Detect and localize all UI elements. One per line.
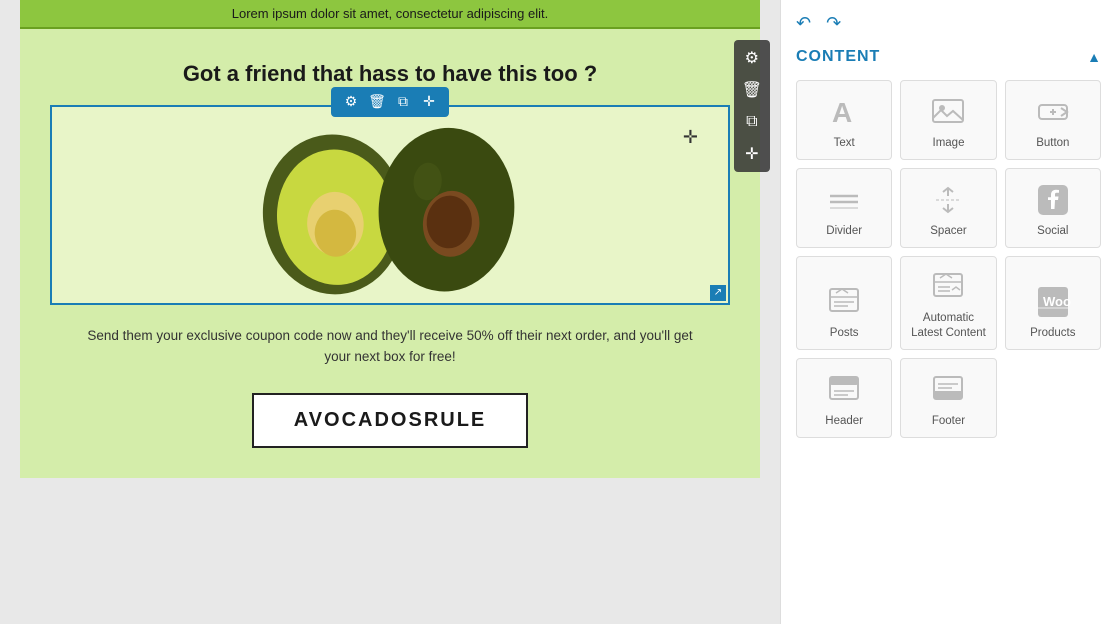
side-gear-icon[interactable]: ⚙: [742, 46, 762, 70]
button-content-icon: [1035, 92, 1071, 132]
toolbar-duplicate-icon[interactable]: ⧉: [393, 92, 413, 112]
content-item-text[interactable]: A Text: [796, 80, 892, 160]
content-item-header[interactable]: Header: [796, 358, 892, 438]
email-container: Lorem ipsum dolor sit amet, consectetur …: [20, 0, 760, 478]
content-grid: A Text Image: [796, 80, 1101, 438]
products-item-label: Products: [1030, 326, 1075, 341]
email-body: Got a friend that hass to have this too …: [20, 29, 760, 478]
toolbar-move-icon[interactable]: ✛: [419, 92, 439, 112]
text-content-icon: A: [826, 92, 862, 132]
alc-content-icon: [930, 267, 966, 307]
content-title: CONTENT: [796, 48, 880, 66]
posts-item-label: Posts: [830, 326, 859, 341]
content-item-button[interactable]: Button: [1005, 80, 1101, 160]
side-duplicate-icon[interactable]: ⧉: [742, 110, 762, 134]
social-item-label: Social: [1037, 224, 1068, 239]
content-item-social[interactable]: Social: [1005, 168, 1101, 248]
undo-redo-bar: ↶ ↷: [796, 10, 1101, 36]
content-item-footer[interactable]: Footer: [900, 358, 996, 438]
redo-button[interactable]: ↷: [826, 14, 841, 32]
editor-panel: Lorem ipsum dolor sit amet, consectetur …: [0, 0, 780, 624]
image-block-toolbar: ⚙ 🗑 ⧉ ✛: [331, 87, 449, 117]
toolbar-trash-icon[interactable]: 🗑: [367, 92, 387, 112]
resize-handle[interactable]: ↗: [710, 285, 726, 301]
content-item-products[interactable]: Woo Products: [1005, 256, 1101, 350]
email-heading: Got a friend that hass to have this too …: [70, 59, 710, 90]
toolbar-gear-icon[interactable]: ⚙: [341, 92, 361, 112]
text-item-label: Text: [834, 136, 855, 151]
side-trash-icon[interactable]: 🗑: [742, 78, 762, 102]
posts-content-icon: [826, 282, 862, 322]
spacer-item-label: Spacer: [930, 224, 966, 239]
side-move-icon[interactable]: ✛: [742, 142, 762, 166]
email-coupon-block: AVOCADOSRULE: [50, 378, 730, 468]
svg-text:Woo: Woo: [1043, 294, 1071, 309]
content-panel: ↶ ↷ CONTENT ▲ A Text Image: [780, 0, 1116, 624]
content-item-alc[interactable]: Automatic Latest Content: [900, 256, 996, 350]
image-item-label: Image: [933, 136, 965, 151]
content-collapse-icon[interactable]: ▲: [1087, 49, 1101, 65]
footer-content-icon: [930, 370, 966, 410]
header-item-label: Header: [825, 414, 863, 429]
content-item-spacer[interactable]: Spacer: [900, 168, 996, 248]
content-header: CONTENT ▲: [796, 48, 1101, 66]
coupon-button[interactable]: AVOCADOSRULE: [252, 393, 529, 448]
footer-item-label: Footer: [932, 414, 965, 429]
plus-cursor-icon: ✛: [683, 127, 698, 148]
image-content-icon: [930, 92, 966, 132]
products-content-icon: Woo: [1035, 282, 1071, 322]
header-content-icon: [826, 370, 862, 410]
content-item-image[interactable]: Image: [900, 80, 996, 160]
alc-item-label: Automatic Latest Content: [906, 311, 990, 341]
button-item-label: Button: [1036, 136, 1069, 151]
email-banner: Lorem ipsum dolor sit amet, consectetur …: [20, 0, 760, 29]
divider-content-icon: [826, 180, 862, 220]
side-toolbar: ⚙ 🗑 ⧉ ✛: [734, 40, 770, 172]
avocado-image: [230, 115, 550, 295]
spacer-content-icon: [930, 180, 966, 220]
divider-item-label: Divider: [826, 224, 862, 239]
social-content-icon: [1035, 180, 1071, 220]
svg-text:A: A: [832, 97, 852, 128]
undo-button[interactable]: ↶: [796, 14, 811, 32]
email-image-block[interactable]: ⚙ 🗑 ⧉ ✛ ✛: [50, 105, 730, 305]
email-text-block: Send them your exclusive coupon code now…: [50, 315, 730, 378]
content-item-divider[interactable]: Divider: [796, 168, 892, 248]
content-item-posts[interactable]: Posts: [796, 256, 892, 350]
